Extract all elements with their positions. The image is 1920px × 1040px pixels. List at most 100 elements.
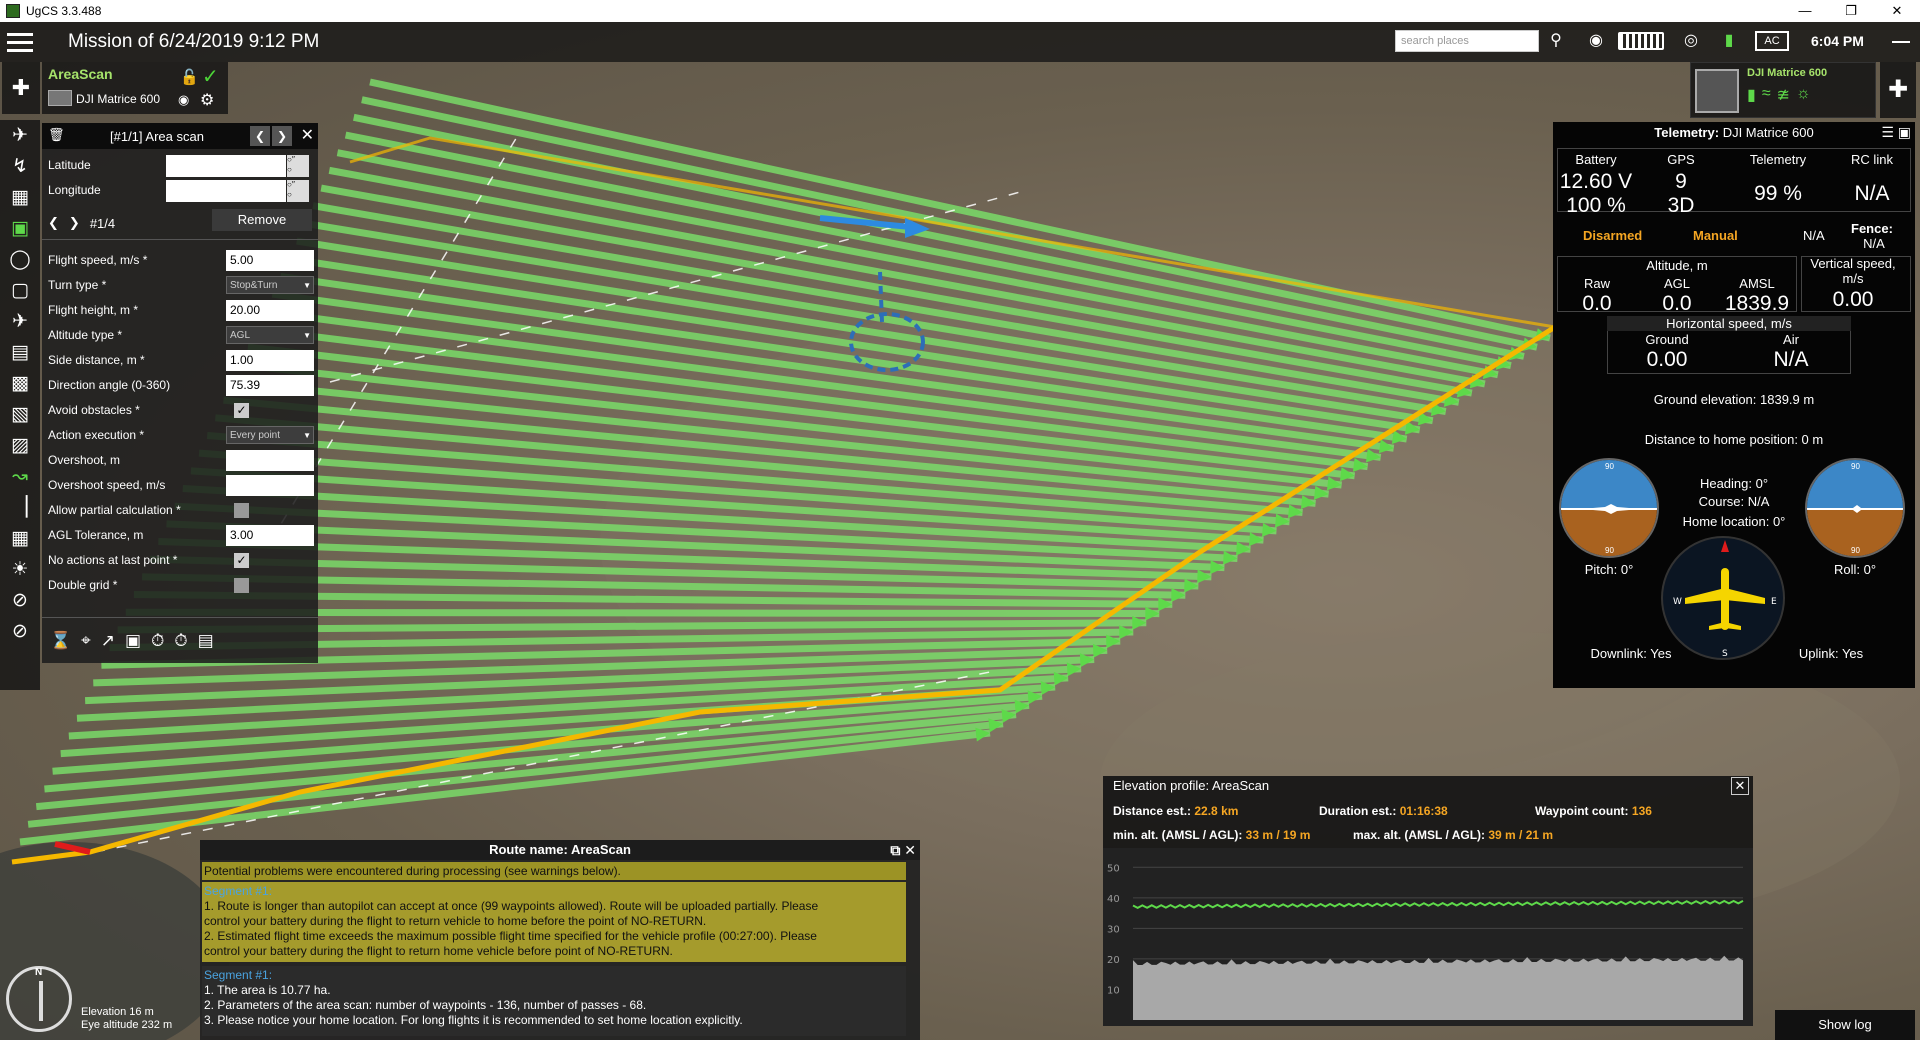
vehicle-card[interactable]: DJI Matrice 600 ▮ ≈ ≇ ☼ [1690,62,1876,118]
takeoff-tool-icon[interactable]: ✈ [0,120,40,151]
camera-timer-icon[interactable]: ⏱ [151,631,164,651]
param-select[interactable]: Stop&Turn [226,276,314,294]
circle-tool-icon[interactable]: ◯ [0,244,40,275]
grid-tool-icon[interactable]: ▦ [0,523,40,554]
map-compass[interactable]: N [6,966,72,1032]
window-maximize-button[interactable]: ❐ [1828,0,1874,22]
param-input[interactable]: 5.00 [226,250,314,271]
perimeter-tool-icon[interactable]: ▢ [0,275,40,306]
divider [42,239,318,240]
air-speed-value: N/A [1773,348,1809,371]
corridor-tool-icon[interactable]: ▧ [0,399,40,430]
area-scan-tool-icon[interactable]: ▣ [0,213,40,244]
amsl-value: 1839.9 [1724,292,1790,315]
add-route-icon[interactable]: ✚ [2,62,40,114]
param-input[interactable]: 3.00 [226,525,314,546]
no-fly-zone-icon[interactable]: ⊘ [0,585,40,616]
telemetry-settings-icon[interactable]: ☰ ▣ [1881,124,1911,141]
raw-altitude-label: Raw [1583,276,1610,291]
distance-value: 22.8 km [1194,804,1239,818]
sun-tool-icon[interactable]: ☀ [0,554,40,585]
vehicle-menu-icon[interactable]: ✚ [1880,62,1916,118]
param-checkbox[interactable]: ✓ [234,403,249,418]
param-checkbox[interactable] [234,503,249,518]
copy-icon[interactable]: ⧉ [890,842,900,858]
prev-waypoint-icon[interactable]: ❮ [48,215,59,231]
longitude-input[interactable] [166,180,286,202]
home-location-value: Home location: 0° [1682,514,1786,529]
battery-percent: 100 % [1566,194,1626,217]
window-minimize-button[interactable]: — [1782,0,1828,22]
waypoint-tool-icon[interactable]: ↯ [0,151,40,182]
search-icon[interactable]: ⚲ [1545,30,1567,52]
param-input[interactable] [226,450,314,471]
next-waypoint-icon[interactable]: ❯ [69,215,80,231]
eye-icon[interactable]: ◉ [178,92,189,108]
poi-action-icon[interactable]: ⌖ [81,631,91,651]
vehicle-thumbnail [48,90,72,106]
keyboard-icon[interactable] [1618,32,1664,50]
camera-control-icon[interactable]: ▣ [125,631,141,651]
param-input[interactable]: 75.39 [226,375,314,396]
param-input[interactable]: 20.00 [226,300,314,321]
trash-icon[interactable]: 🗑 [48,127,65,143]
close-panel-button[interactable]: ✕ [301,125,314,145]
compass-needle [39,981,43,1021]
segment-label: Segment #1: [204,968,273,982]
camera-mode-icon[interactable]: ▤ [198,631,214,651]
telemetry-panel: Telemetry: DJI Matrice 600 ☰ ▣ Battery 1… [1553,122,1915,688]
elevation-chart[interactable]: 50 40 30 20 10 [1103,848,1753,1026]
landing-tool-icon[interactable]: ✈ [0,306,40,337]
gear-icon[interactable]: ⚙ [200,90,214,110]
adsb-icon[interactable]: ◎ [1680,30,1702,52]
vertical-scan-tool-icon[interactable]: ▩ [0,368,40,399]
param-input[interactable]: 1.00 [226,350,314,371]
battery-voltage: 12.60 V [1559,170,1633,193]
longitude-format-toggle[interactable]: ○′′ ○ [287,180,309,202]
param-row: Turn type * Stop&Turn [48,274,318,296]
camera-distance-icon[interactable]: ⏱ [174,631,187,651]
mission-title[interactable]: Mission of 6/24/2019 9:12 PM [68,31,319,53]
warnings-header: Route name: AreaScan ⧉ ✕ [200,840,920,860]
no-fly-zone-circle-icon[interactable]: ⊘ [0,616,40,647]
close-warnings-button[interactable]: ✕ [904,842,916,858]
main-menu-button[interactable] [0,22,40,62]
lock-icon[interactable]: 🔓 [180,68,199,86]
globe-icon[interactable]: ◉ [1585,30,1607,52]
latitude-input[interactable] [166,155,286,177]
photogrammetry-tool-icon[interactable]: ▦ [0,182,40,213]
search-input[interactable]: search places [1395,30,1539,52]
show-log-button[interactable]: Show log [1775,1010,1915,1040]
close-elevation-button[interactable]: ✕ [1731,777,1749,795]
check-icon[interactable]: ✓ [202,64,224,88]
warning-line: 1. Route is longer than autopilot can ac… [204,899,819,913]
window-close-button[interactable]: ✕ [1874,0,1920,22]
param-checkbox[interactable] [234,578,249,593]
window-title: UgCS 3.3.488 [26,4,102,18]
yaw-action-icon[interactable]: ↗ [101,631,115,651]
facade-scan-tool-icon[interactable]: ▤ [0,337,40,368]
max-altitude: max. alt. (AMSL / AGL): 39 m / 21 m [1353,828,1553,842]
pitch-scale-top: 90 [1605,462,1614,471]
next-segment-button[interactable]: ❯ [272,126,292,146]
param-input[interactable] [226,475,314,496]
param-select[interactable]: AGL [226,326,314,344]
latitude-format-toggle[interactable]: ○′′ ○ [287,155,309,177]
remove-waypoint-button[interactable]: Remove [212,209,312,231]
ruler-tool-icon[interactable]: ▕ [0,492,40,523]
ground-speed-label: Ground [1645,332,1689,347]
ac-badge[interactable]: AC [1755,31,1789,51]
roll-scale-bottom: 90 [1851,546,1860,555]
route-header[interactable]: AreaScan DJI Matrice 600 🔓 ✓ ◉ ⚙ [42,62,228,114]
prev-segment-button[interactable]: ❮ [250,126,270,146]
elevation-profile-panel: Elevation profile: AreaScan ✕ Distance e… [1103,776,1753,1026]
adaptive-scan-tool-icon[interactable]: ▨ [0,430,40,461]
param-checkbox[interactable]: ✓ [234,553,249,568]
collapse-icon[interactable] [1892,41,1910,43]
param-label: Direction angle (0-360) [48,378,171,392]
param-row: Flight height, m * 20.00 [48,299,318,321]
param-select[interactable]: Every point [226,426,314,444]
route-tool-icon[interactable]: ↝ [0,461,40,492]
wait-action-icon[interactable]: ⌛ [50,631,71,651]
battery-icon[interactable]: ▮ [1718,30,1740,52]
